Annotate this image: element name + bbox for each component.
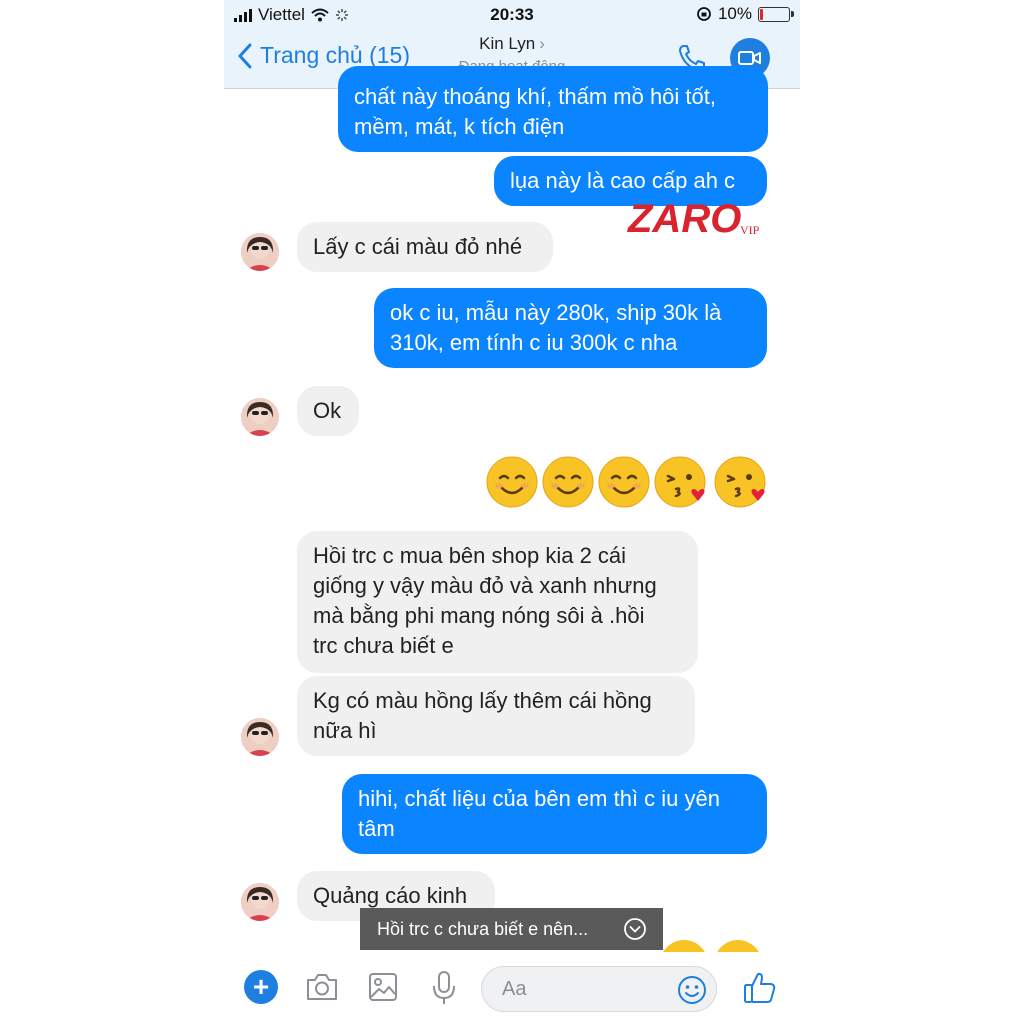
message-line: hihi, chất liệu của bên em thì c iu yên xyxy=(358,786,720,811)
message-line: giống y vậy màu đỏ và xanh nhưng xyxy=(313,573,657,598)
message-line: lụa này là cao cấp ah c xyxy=(510,168,736,193)
microphone-icon[interactable] xyxy=(430,970,458,1006)
message-line: nữa hì xyxy=(313,718,377,743)
relieved-smile-icon xyxy=(542,456,594,508)
new-message-toast[interactable]: Hồi trc c chưa biết e nên... xyxy=(360,908,663,950)
message-input[interactable]: Aa xyxy=(481,966,717,1012)
contact-name: Kin Lyn xyxy=(479,34,536,53)
contact-avatar[interactable] xyxy=(241,883,279,921)
message-line: Kg có màu hồng lấy thêm cái hồng xyxy=(313,688,652,713)
message-line: tâm xyxy=(358,816,395,841)
message-line: Hồi trc c mua bên shop kia 2 cái xyxy=(313,543,627,568)
camera-icon[interactable] xyxy=(304,970,340,1004)
video-camera-icon xyxy=(738,51,761,65)
logo-tag: VIP xyxy=(740,223,760,237)
kissing-heart-icon xyxy=(654,456,706,508)
avatar-image xyxy=(241,398,279,436)
message-composer: + Aa xyxy=(224,952,800,1024)
emoji-picker-icon[interactable] xyxy=(676,974,708,1006)
relieved-smile-icon xyxy=(598,456,650,508)
kissing-heart-icon xyxy=(714,456,766,508)
contact-avatar[interactable] xyxy=(241,233,279,271)
message-line: mềm, mát, k tích điện xyxy=(354,114,565,139)
message-line: Quảng cáo kinh xyxy=(313,883,468,908)
message-line: 310k, em tính c iu 300k c nha xyxy=(390,330,678,355)
messenger-screen: Viettel 20:33 10% Trang chủ (15) Kin Lyn… xyxy=(224,0,800,1024)
message-input-placeholder: Aa xyxy=(502,978,527,1000)
gallery-icon[interactable] xyxy=(367,970,399,1004)
toast-text: Hồi trc c chưa biết e nên... xyxy=(377,918,589,939)
message-line: mà bằng phi mang nóng sôi à .hồi xyxy=(313,603,645,628)
message-line: chất này thoáng khí, thấm mồ hôi tốt, xyxy=(354,84,716,109)
message-bubble-incoming[interactable]: Kg có màu hồng lấy thêm cái hồng nữa hì xyxy=(297,676,695,756)
message-bubble-outgoing[interactable]: chất này thoáng khí, thấm mồ hôi tốt, mề… xyxy=(338,66,768,152)
contact-avatar[interactable] xyxy=(241,718,279,756)
emoji-message[interactable] xyxy=(486,456,770,508)
relieved-smile-icon xyxy=(486,456,538,508)
thumbs-up-icon[interactable] xyxy=(742,970,778,1006)
message-line: ok c iu, mẫu này 280k, ship 30k là xyxy=(390,300,722,325)
battery-percent: 10% xyxy=(717,4,752,23)
status-bar: Viettel 20:33 10% xyxy=(224,0,800,30)
avatar-image xyxy=(241,233,279,271)
message-bubble-incoming[interactable]: Lấy c cái màu đỏ nhé xyxy=(297,222,553,272)
contact-avatar[interactable] xyxy=(241,398,279,436)
avatar-image xyxy=(241,718,279,756)
message-bubble-outgoing[interactable]: hihi, chất liệu của bên em thì c iu yên … xyxy=(342,774,767,854)
avatar-image xyxy=(241,883,279,921)
logo-text: ZARO xyxy=(627,197,741,241)
status-right: 10% xyxy=(696,4,794,24)
message-bubble-outgoing[interactable]: ok c iu, mẫu này 280k, ship 30k là 310k,… xyxy=(374,288,767,368)
message-line: trc chưa biết e xyxy=(313,633,454,658)
plus-button[interactable]: + xyxy=(244,970,278,1004)
rotation-lock-icon xyxy=(697,7,711,21)
battery-icon xyxy=(758,6,794,22)
chevron-down-circle-icon xyxy=(624,918,646,940)
chevron-right-icon: › xyxy=(539,34,545,53)
zaro-vip-logo: ZARO VIP xyxy=(627,197,760,241)
message-line: Ok xyxy=(313,398,342,423)
message-bubble-incoming[interactable]: Hồi trc c mua bên shop kia 2 cái giống y… xyxy=(297,531,698,673)
message-line: Lấy c cái màu đỏ nhé xyxy=(313,234,523,259)
message-bubble-incoming[interactable]: Ok xyxy=(297,386,359,436)
